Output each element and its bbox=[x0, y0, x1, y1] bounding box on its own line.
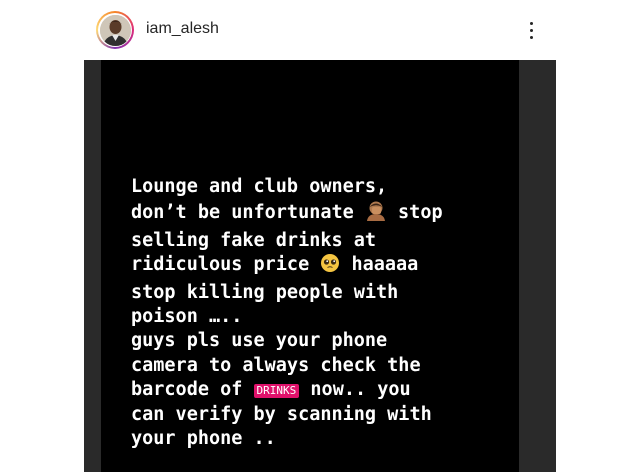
story-line: your phone .. bbox=[131, 428, 276, 450]
instagram-post: iam_alesh Lounge and club owners, don’t … bbox=[0, 0, 640, 472]
story-line: don’t be unfortunate bbox=[131, 202, 365, 224]
post-header: iam_alesh bbox=[0, 0, 640, 60]
story-line: now.. you bbox=[299, 379, 411, 401]
pleading-face-icon bbox=[320, 253, 340, 280]
avatar[interactable] bbox=[99, 14, 131, 46]
story-ring[interactable] bbox=[96, 11, 134, 49]
drinks-tag[interactable]: DRINKS bbox=[253, 384, 300, 399]
username-link[interactable]: iam_alesh bbox=[146, 19, 219, 39]
more-dot bbox=[529, 28, 533, 32]
story-line: stop bbox=[386, 202, 443, 224]
story-line: stop killing people with bbox=[131, 281, 399, 303]
story-line: can verify by scanning with bbox=[131, 403, 432, 425]
story-line: barcode of bbox=[131, 379, 254, 401]
story-line: Lounge and club owners, bbox=[131, 176, 388, 197]
story-line: haaaaa bbox=[340, 254, 419, 276]
story-line: camera to always check the bbox=[131, 354, 421, 376]
story-text: Lounge and club owners, don’t be unfortu… bbox=[131, 175, 511, 451]
story-line: guys pls use your phone bbox=[131, 330, 388, 352]
more-dot bbox=[529, 21, 533, 25]
facepalm-man-icon bbox=[365, 199, 387, 228]
story-line: ridiculous price bbox=[131, 254, 321, 276]
more-vertical-icon[interactable] bbox=[520, 16, 542, 44]
more-dot bbox=[529, 35, 533, 39]
story-line: selling fake drinks at bbox=[131, 229, 377, 251]
story-line: poison ….. bbox=[131, 306, 243, 328]
avatar-border bbox=[98, 13, 132, 47]
user-avatar-icon bbox=[99, 14, 131, 46]
